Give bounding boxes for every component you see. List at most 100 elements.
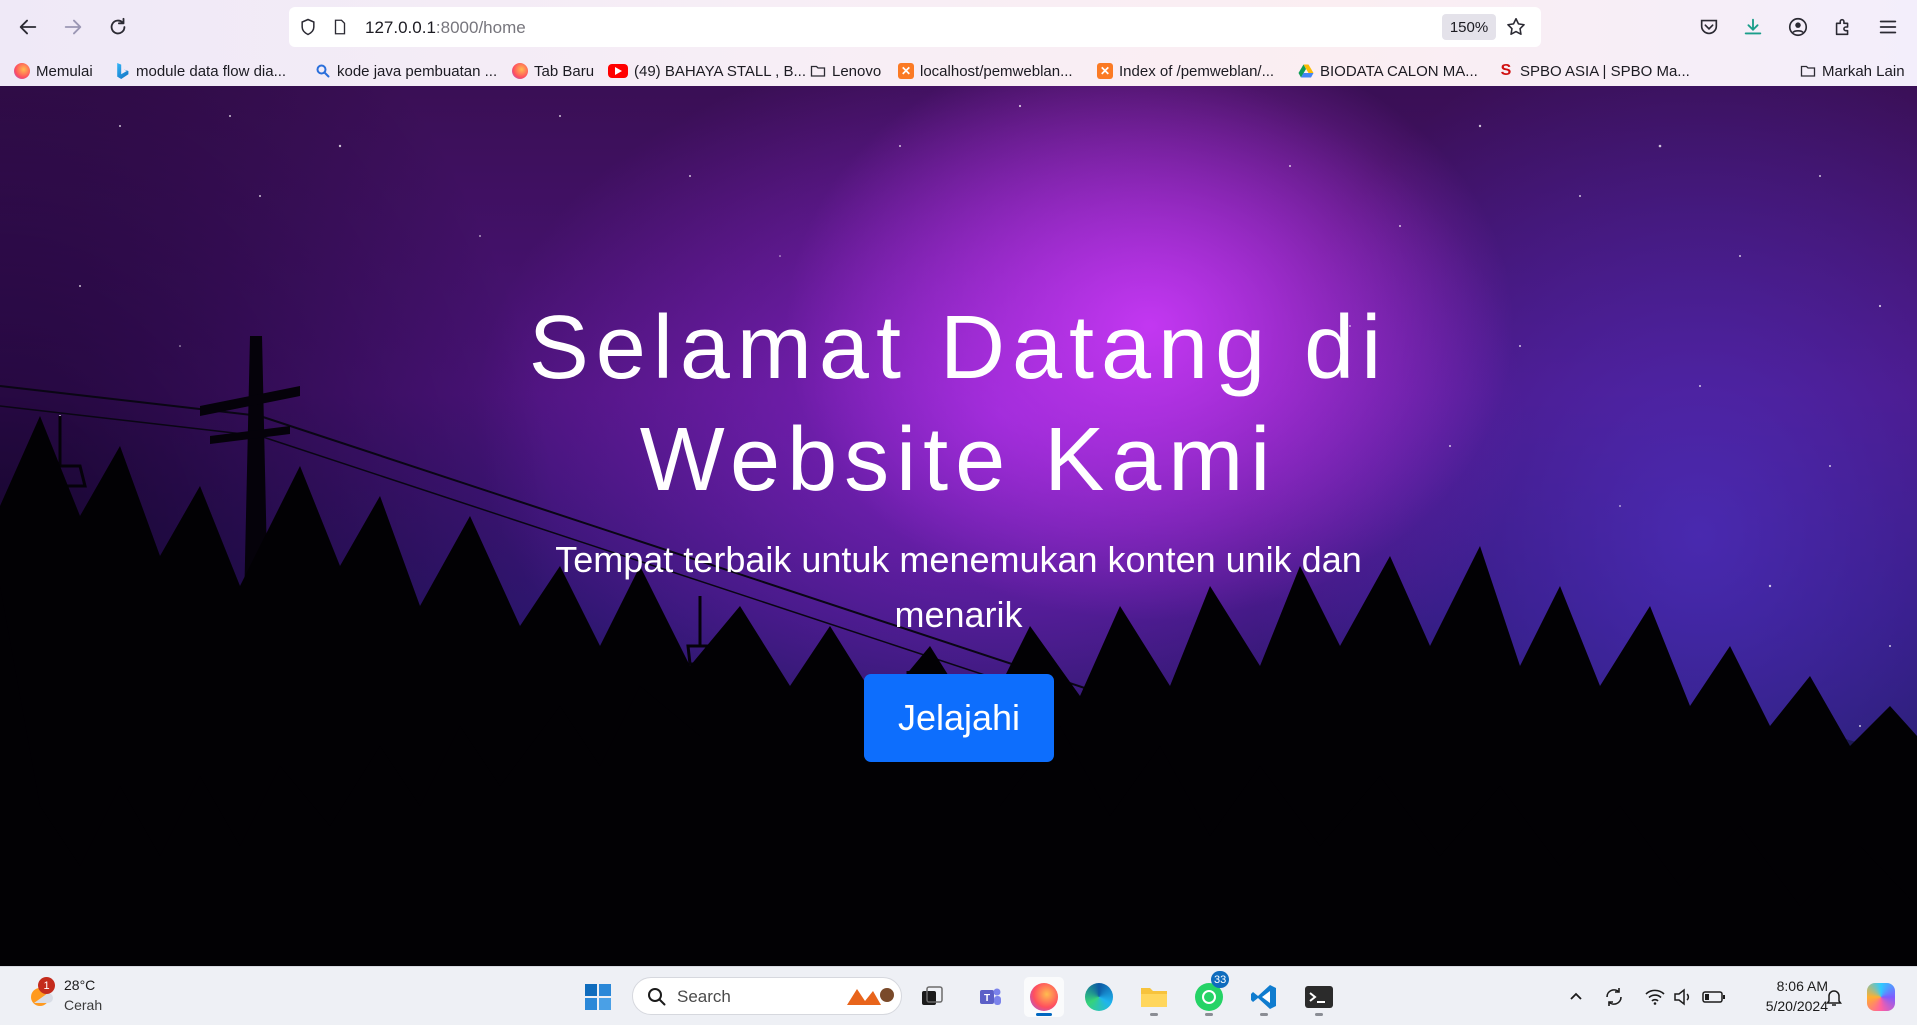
edge-button[interactable] (1079, 977, 1119, 1017)
url-bar[interactable]: 127.0.0.1:8000/home 150% (289, 7, 1541, 47)
file-explorer-button[interactable] (1134, 977, 1174, 1017)
wifi-tray-button[interactable] (1641, 983, 1669, 1011)
weather-badge: 1 (38, 977, 55, 994)
taskbar-search[interactable]: Search (632, 977, 902, 1015)
firefox-taskbar-button[interactable] (1024, 977, 1064, 1017)
task-view-button[interactable] (912, 977, 952, 1017)
hamburger-icon (1879, 20, 1897, 34)
forward-button[interactable] (56, 10, 90, 44)
bookmark-star-icon[interactable] (1505, 16, 1527, 38)
bookmark-label: (49) BAHAYA STALL , B... (634, 62, 807, 80)
start-button[interactable] (578, 977, 618, 1017)
bookmark-item[interactable]: kode java pembuatan ... (315, 60, 497, 82)
firefox-icon (512, 63, 528, 79)
copilot-icon (1867, 983, 1895, 1011)
puzzle-icon (1835, 18, 1849, 36)
youtube-icon (608, 64, 628, 78)
hero-subtitle: Tempat terbaik untuk menemukan konten un… (520, 532, 1397, 642)
page-icon[interactable] (329, 16, 351, 38)
windows-logo-icon (585, 984, 611, 1010)
clock[interactable]: 8:06 AM 5/20/2024 (1738, 976, 1828, 1016)
weather-widget[interactable]: 1 28°C Cerah (22, 975, 122, 1019)
running-indicator (1150, 1013, 1158, 1016)
hero-subtitle-line-1: Tempat terbaik untuk menemukan konten un… (555, 539, 1362, 580)
running-indicator (1260, 1013, 1268, 1016)
arrow-right-icon (64, 19, 82, 35)
bookmark-label: module data flow dia... (136, 62, 287, 80)
vscode-button[interactable] (1244, 977, 1284, 1017)
bookmark-item[interactable]: Memulai (14, 60, 93, 82)
firefox-icon (1030, 983, 1058, 1011)
folder-icon (1800, 65, 1816, 77)
weather-temperature: 28°C (64, 977, 96, 993)
whatsapp-button[interactable]: 33 (1189, 971, 1230, 1017)
sync-icon (1606, 988, 1622, 1006)
running-indicator (1036, 1013, 1052, 1016)
whatsapp-badge: 33 (1211, 971, 1230, 988)
svg-text:T: T (984, 993, 990, 1004)
hero-title-line-1: Selamat Datang di (528, 298, 1389, 398)
search-icon (316, 64, 330, 78)
download-icon (1744, 18, 1762, 35)
bookmark-label: BIODATA CALON MA... (1320, 62, 1478, 80)
bell-icon (1826, 990, 1842, 1006)
url-path: :8000/home (435, 18, 526, 37)
hero-content: Selamat Datang di Website Kami Tempat te… (0, 86, 1917, 966)
sync-tray-button[interactable] (1600, 983, 1628, 1011)
bookmark-item[interactable]: (49) BAHAYA STALL , B... (608, 60, 806, 82)
battery-icon (1702, 991, 1725, 1003)
account-icon (1788, 17, 1808, 37)
arrow-left-icon (19, 19, 37, 35)
google-drive-icon (1298, 64, 1314, 78)
back-button[interactable] (11, 10, 45, 44)
bookmark-label: kode java pembuatan ... (337, 62, 498, 80)
running-indicator (1315, 1013, 1323, 1016)
hero-section: Selamat Datang di Website Kami Tempat te… (0, 86, 1917, 966)
bookmark-item[interactable]: Tab Baru (512, 60, 594, 82)
explore-button[interactable]: Jelajahi (864, 674, 1054, 762)
reload-button[interactable] (101, 10, 135, 44)
xampp-icon: ✕ (898, 63, 914, 79)
show-hidden-icons-button[interactable] (1562, 983, 1590, 1011)
edge-icon (1085, 983, 1113, 1011)
menu-button[interactable] (1871, 10, 1905, 44)
notifications-button[interactable] (1820, 983, 1848, 1011)
shield-icon[interactable] (297, 16, 319, 38)
bookmark-item[interactable]: BIODATA CALON MA... (1298, 60, 1478, 82)
xampp-icon: ✕ (1097, 63, 1113, 79)
navigation-bar: 127.0.0.1:8000/home 150% (0, 0, 1917, 54)
teams-button[interactable]: T (970, 977, 1010, 1017)
volume-tray-button[interactable] (1669, 983, 1697, 1011)
hero-subtitle-line-2: menarik (894, 594, 1023, 635)
bookmark-item[interactable]: ✕ localhost/pemweblan... (898, 60, 1073, 82)
pocket-button[interactable] (1692, 10, 1726, 44)
bookmarks-toolbar: Memulai module data flow dia... kode jav… (0, 54, 1917, 86)
bookmark-item[interactable]: module data flow dia... (114, 60, 286, 82)
terminal-button[interactable] (1299, 977, 1339, 1017)
zoom-level[interactable]: 150% (1442, 14, 1496, 40)
extensions-button[interactable] (1826, 10, 1860, 44)
account-button[interactable] (1781, 10, 1815, 44)
clock-time: 8:06 AM (1776, 978, 1828, 994)
search-icon (648, 988, 666, 1006)
search-placeholder: Search (677, 987, 731, 1006)
copilot-button[interactable] (1864, 980, 1898, 1014)
downloads-button[interactable] (1736, 10, 1770, 44)
bookmark-label: Lenovo (832, 62, 882, 80)
other-bookmarks[interactable]: Markah Lain (1800, 60, 1905, 82)
battery-tray-button[interactable] (1700, 983, 1728, 1011)
speaker-icon (1674, 988, 1690, 1006)
wifi-icon (1645, 989, 1665, 1005)
bookmark-item[interactable]: S SPBO ASIA | SPBO Ma... (1498, 60, 1690, 82)
firefox-icon (14, 63, 30, 79)
teams-icon: T (980, 988, 1001, 1005)
taskbar: 1 28°C Cerah Search T 33 8:06 AM 5/20/20… (0, 966, 1917, 1025)
url-text[interactable]: 127.0.0.1:8000/home (365, 18, 526, 38)
weather-description: Cerah (64, 997, 103, 1013)
bookmark-label: SPBO ASIA | SPBO Ma... (1520, 62, 1690, 80)
reload-icon (110, 17, 126, 35)
bookmark-item[interactable]: ✕ Index of /pemweblan/... (1097, 60, 1274, 82)
bookmark-label: localhost/pemweblan... (920, 62, 1073, 80)
bookmark-item[interactable]: Lenovo (810, 60, 881, 82)
search-highlight-icon (847, 988, 894, 1005)
